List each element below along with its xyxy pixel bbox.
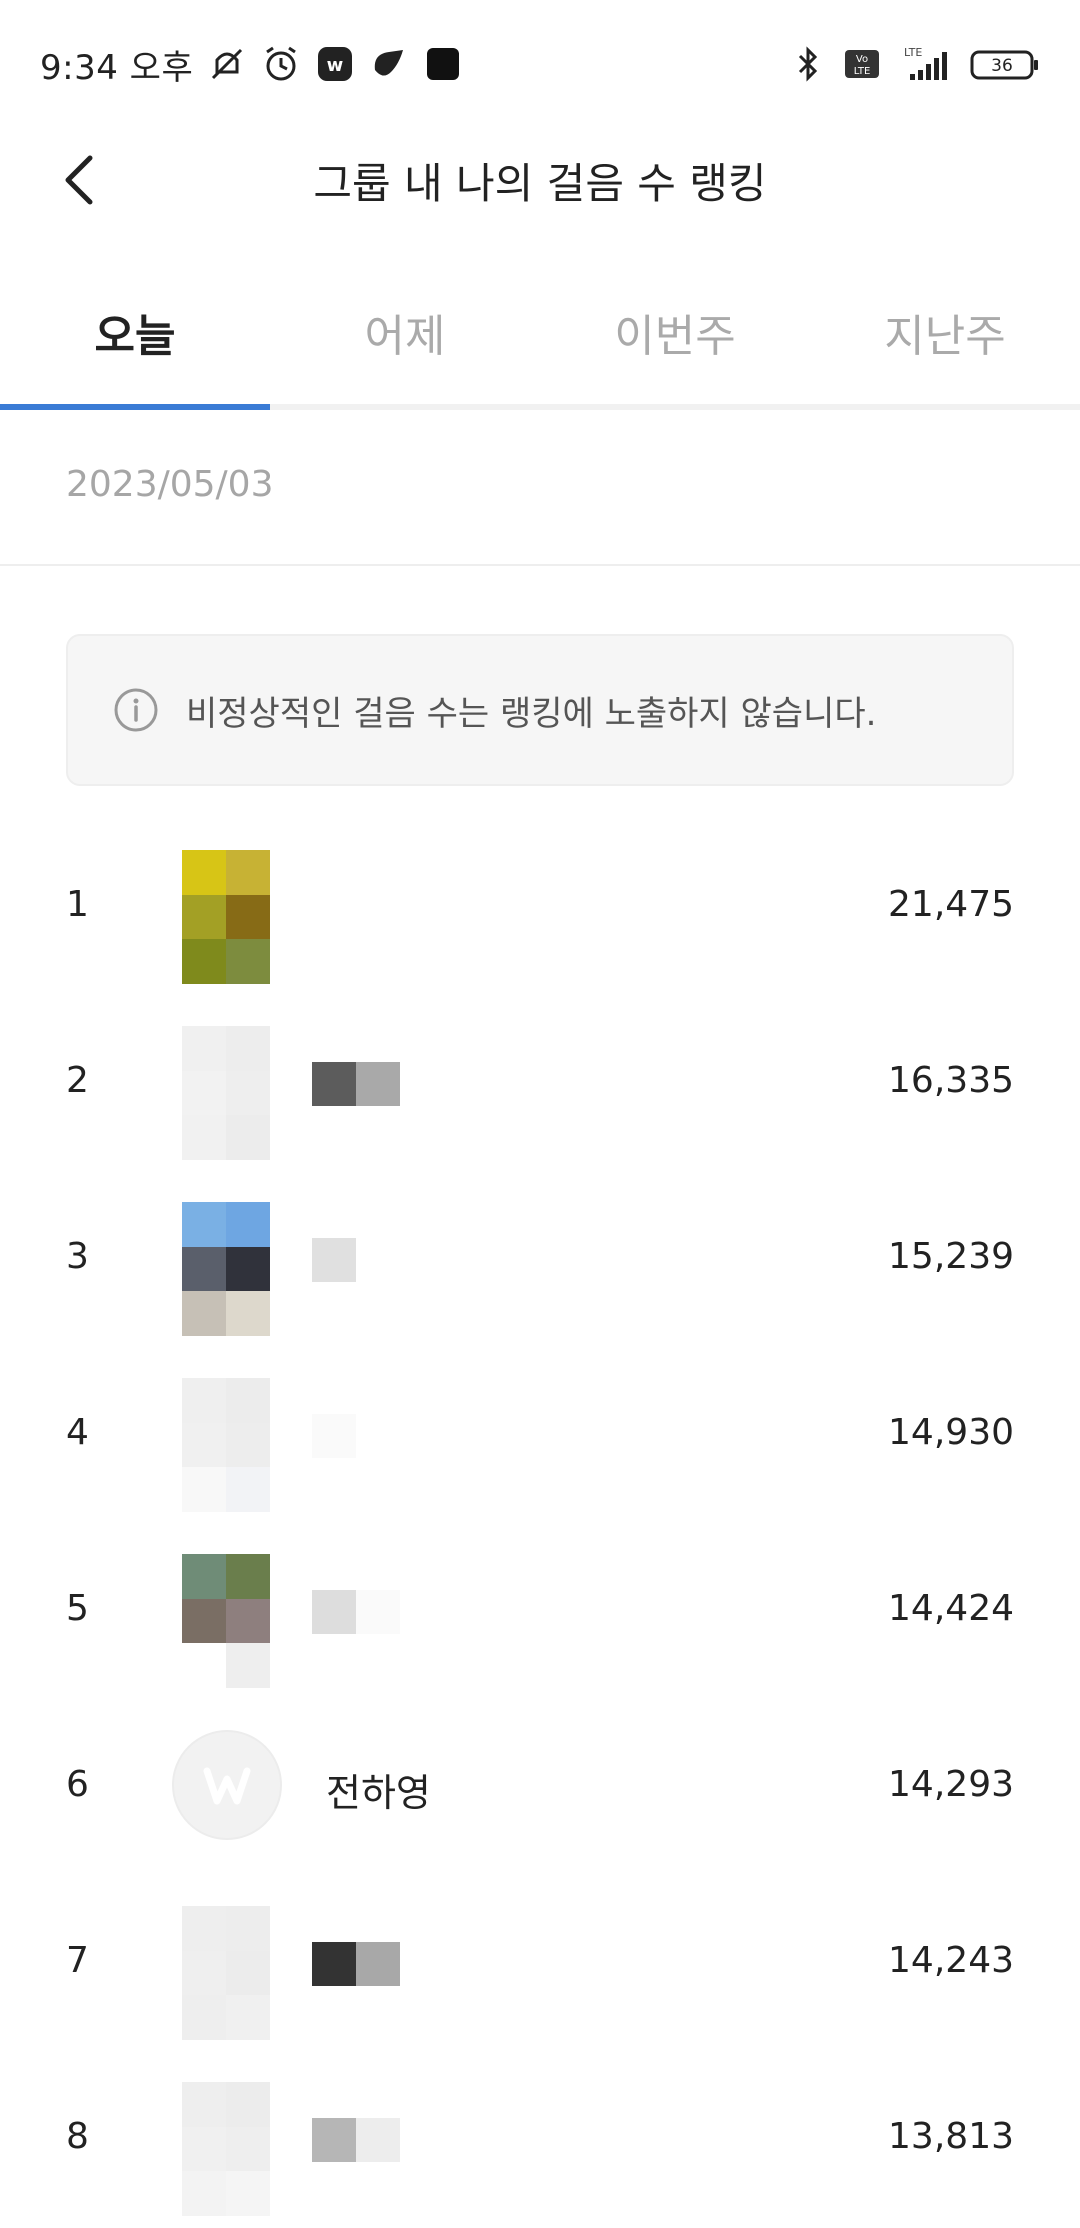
member-name-blurred <box>312 1590 400 1634</box>
rank-number: 6 <box>66 1764 89 1805</box>
step-count: 14,243 <box>888 1940 1014 1981</box>
avatar <box>182 1378 270 1512</box>
rank-number: 4 <box>66 1412 89 1453</box>
member-name-blurred <box>312 1942 400 1986</box>
mute-vibrate-icon <box>207 44 247 84</box>
volte-icon: Vo LTE <box>842 44 882 84</box>
battery-icon: 36 <box>970 44 1040 84</box>
member-name-blurred <box>312 1414 356 1458</box>
member-name-blurred <box>312 2118 400 2162</box>
avatar <box>182 2082 270 2216</box>
member-name-blurred <box>312 1238 356 1282</box>
svg-text:Vo: Vo <box>856 54 868 65</box>
step-count: 16,335 <box>888 1060 1014 1101</box>
ranking-row[interactable]: 7 14,243 <box>0 1876 1080 2052</box>
step-count: 14,930 <box>888 1412 1014 1453</box>
ranking-row[interactable]: 6 전하영 14,293 <box>0 1700 1080 1876</box>
rank-number: 1 <box>66 884 89 925</box>
svg-text:w: w <box>327 55 344 76</box>
avatar <box>182 1554 270 1688</box>
step-count: 13,813 <box>888 2116 1014 2157</box>
tab-last-week[interactable]: 지난주 <box>810 280 1080 404</box>
w-logo-icon <box>203 1767 251 1805</box>
date-label: 2023/05/03 <box>66 464 274 505</box>
avatar <box>182 1202 270 1336</box>
ranking-row[interactable]: 8 13,813 <box>0 2052 1080 2228</box>
status-right: Vo LTE LTE 36 <box>788 44 1040 84</box>
rank-number: 7 <box>66 1940 89 1981</box>
step-count: 15,239 <box>888 1236 1014 1277</box>
ranking-row[interactable]: 3 15,239 <box>0 1172 1080 1348</box>
notice-text: 비정상적인 걸음 수는 랭킹에 노출하지 않습니다. <box>186 693 877 734</box>
step-count: 14,293 <box>888 1764 1014 1805</box>
date-row: 2023/05/03 <box>0 416 1080 566</box>
rank-number: 2 <box>66 1060 89 1101</box>
ranking-row[interactable]: 2 16,335 <box>0 996 1080 1172</box>
notification-icon <box>369 44 409 84</box>
bluetooth-icon <box>788 44 828 84</box>
rank-number: 8 <box>66 2116 89 2157</box>
status-left: 9:34 오후 w <box>40 40 463 89</box>
ranking-row[interactable]: 4 14,930 <box>0 1348 1080 1524</box>
ranking-row[interactable]: 5 14,424 <box>0 1524 1080 1700</box>
avatar <box>172 1730 282 1840</box>
avatar <box>182 1906 270 2040</box>
avatar <box>182 1026 270 1160</box>
ranking-list: 1 21,475 2 16,335 3 15,239 4 14,930 5 14,424 6 전하영 1… <box>0 820 1080 2228</box>
app-header: 그룹 내 나의 걸음 수 랭킹 <box>0 128 1080 228</box>
signal-icon: LTE <box>896 44 956 84</box>
tab-this-week[interactable]: 이번주 <box>540 280 810 404</box>
svg-text:LTE: LTE <box>904 46 922 59</box>
tab-yesterday[interactable]: 어제 <box>270 280 540 404</box>
step-count: 21,475 <box>888 884 1014 925</box>
step-count: 14,424 <box>888 1588 1014 1629</box>
battery-level: 36 <box>991 56 1013 76</box>
svg-text:LTE: LTE <box>854 66 871 77</box>
member-name: 전하영 <box>326 1771 431 1815</box>
w-app-icon: w <box>315 44 355 84</box>
status-bar: 9:34 오후 w Vo LTE LTE 36 <box>0 0 1080 128</box>
page-title: 그룹 내 나의 걸음 수 랭킹 <box>313 159 767 208</box>
rank-number: 3 <box>66 1236 89 1277</box>
alarm-icon <box>261 44 301 84</box>
period-tabs: 오늘 어제 이번주 지난주 <box>0 280 1080 410</box>
app-icon <box>423 44 463 84</box>
status-time: 9:34 오후 <box>40 47 194 88</box>
avatar <box>182 850 270 984</box>
ranking-row[interactable]: 1 21,475 <box>0 820 1080 996</box>
notice-box: 비정상적인 걸음 수는 랭킹에 노출하지 않습니다. <box>66 634 1014 786</box>
member-name-blurred <box>312 1062 400 1106</box>
tab-today[interactable]: 오늘 <box>0 280 270 410</box>
rank-number: 5 <box>66 1588 89 1629</box>
info-icon <box>114 688 158 732</box>
